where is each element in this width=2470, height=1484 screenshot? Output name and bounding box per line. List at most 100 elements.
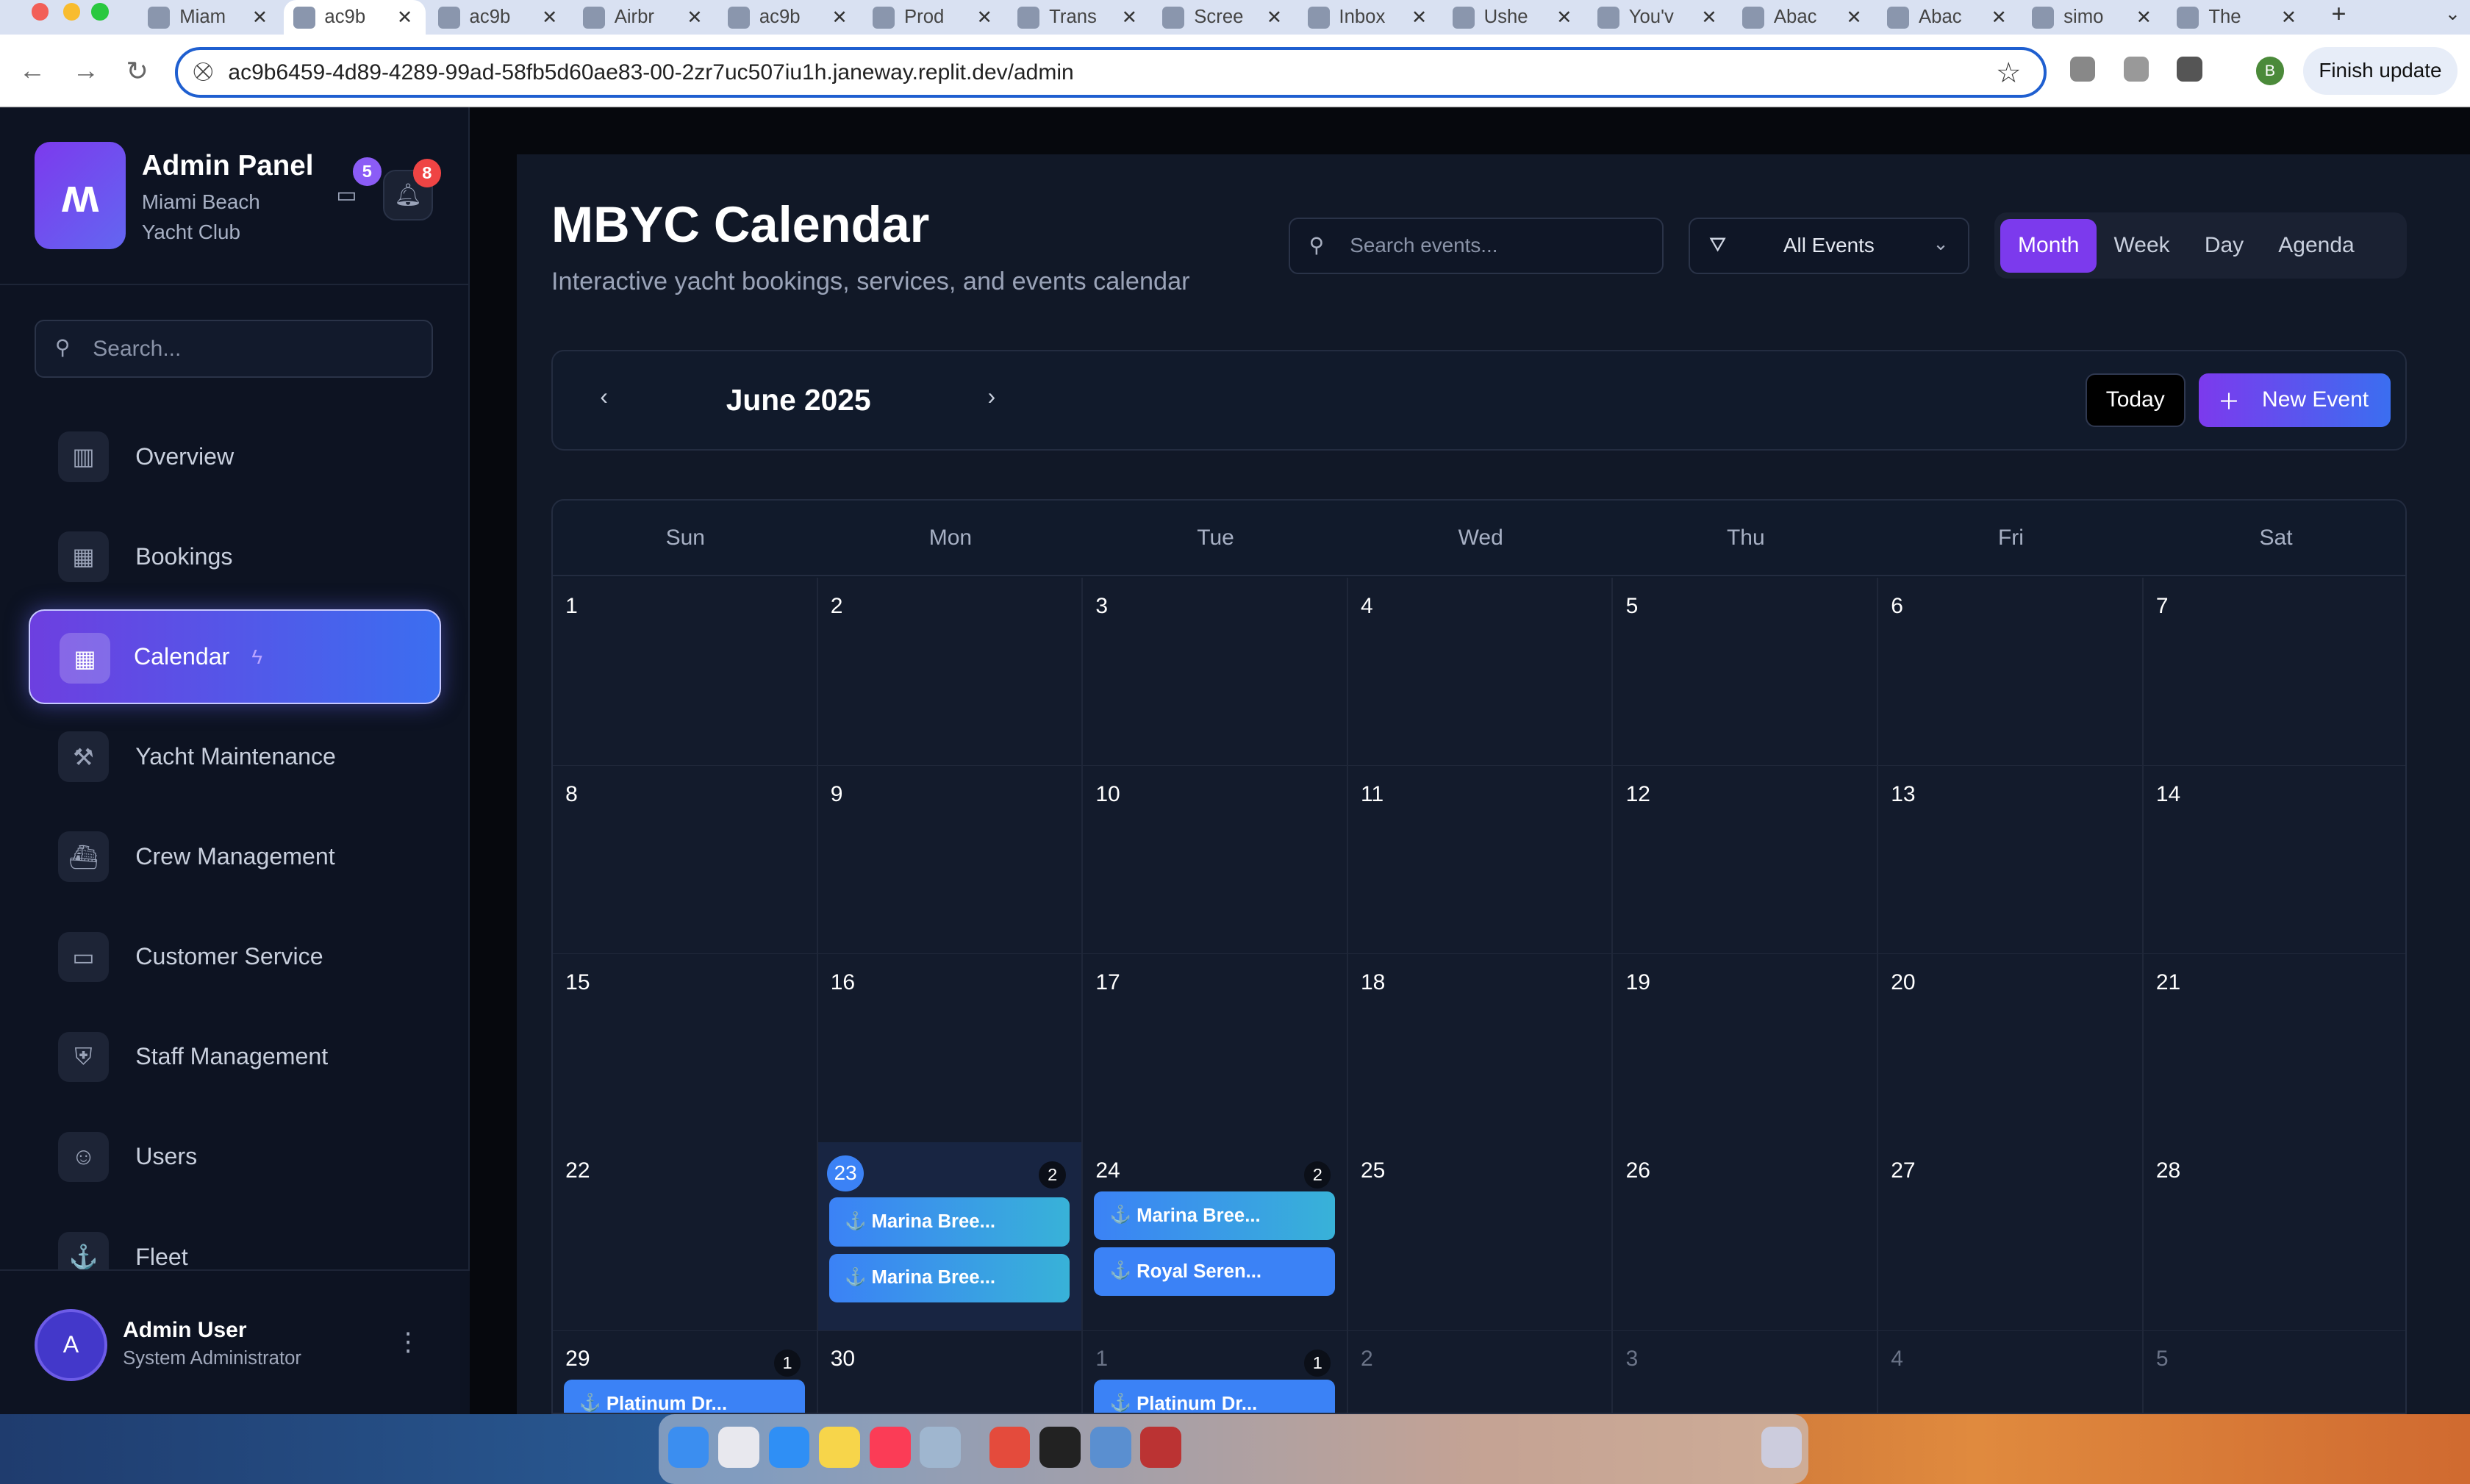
- browser-tab[interactable]: Abac ✕: [1877, 0, 2019, 35]
- trash-icon[interactable]: [1761, 1427, 1803, 1469]
- calendar-day-cell[interactable]: 13: [1878, 766, 2144, 956]
- calendar-event[interactable]: ⚓ Marina Bree...: [828, 1197, 1070, 1247]
- calendar-day-cell[interactable]: 9: [817, 766, 1084, 956]
- close-window-button[interactable]: [31, 3, 49, 21]
- bookmark-star-icon[interactable]: ☆: [1996, 57, 2022, 90]
- browser-tab[interactable]: ac9b ✕: [718, 0, 860, 35]
- calendar-day-cell[interactable]: 22: [553, 1142, 818, 1332]
- calendar-day-cell[interactable]: 12: [1613, 766, 1879, 956]
- app-icon[interactable]: [1039, 1427, 1081, 1469]
- browser-tab[interactable]: simo ✕: [2022, 0, 2164, 35]
- app-icon[interactable]: [1089, 1427, 1131, 1469]
- camera-icon[interactable]: [2123, 57, 2149, 82]
- browser-tab[interactable]: Prod ✕: [863, 0, 1005, 35]
- calendar-day-cell[interactable]: 1: [553, 578, 818, 767]
- browser-tab[interactable]: Abac ✕: [1733, 0, 1875, 35]
- minimize-window-button[interactable]: [62, 3, 81, 21]
- extension-icon[interactable]: [2069, 57, 2096, 82]
- preview-icon[interactable]: [920, 1427, 962, 1469]
- close-tab-icon[interactable]: ✕: [831, 7, 848, 29]
- calendar-day-cell[interactable]: 10: [1083, 766, 1348, 956]
- calendar-day-cell[interactable]: 5: [2143, 1330, 2406, 1413]
- calendar-day-cell[interactable]: 28: [2143, 1142, 2406, 1332]
- calendar-day-cell[interactable]: 14: [2143, 766, 2406, 956]
- calendar-day-cell[interactable]: 11: [1347, 766, 1614, 956]
- tab-search-icon[interactable]: ⌄: [2445, 3, 2461, 25]
- site-info-icon[interactable]: ⛒: [193, 61, 212, 83]
- view-agenda-button[interactable]: Agenda: [2261, 219, 2372, 273]
- event-search-input[interactable]: ⚲ Search events...: [1288, 217, 1664, 274]
- puzzle-icon[interactable]: [2177, 57, 2202, 82]
- sidebar-item-users[interactable]: ☺ Users: [29, 1110, 441, 1205]
- profile-avatar[interactable]: B: [2255, 57, 2285, 85]
- sidebar-item-yacht-maintenance[interactable]: ⚒ Yacht Maintenance: [29, 709, 441, 804]
- calendar-day-cell[interactable]: 8: [553, 766, 818, 956]
- sidebar-item-bookings[interactable]: ▦ Bookings: [29, 509, 441, 604]
- browser-tab[interactable]: Scree ✕: [1153, 0, 1295, 35]
- calendar-day-cell[interactable]: 7: [2143, 578, 2406, 767]
- address-bar[interactable]: ⛒ ac9b6459-4d89-4289-99ad-58fb5d60ae83-0…: [174, 47, 2047, 98]
- calendar-day-cell[interactable]: 3: [1613, 1330, 1879, 1413]
- close-tab-icon[interactable]: ✕: [687, 7, 703, 29]
- browser-tab[interactable]: ac9b ✕: [429, 0, 570, 35]
- avatar[interactable]: A: [35, 1308, 107, 1382]
- finder-icon[interactable]: [667, 1427, 709, 1469]
- close-tab-icon[interactable]: ✕: [1122, 7, 1138, 29]
- close-tab-icon[interactable]: ✕: [397, 7, 413, 29]
- calendar-day-cell[interactable]: 16: [817, 954, 1084, 1144]
- calendar-event[interactable]: ⚓ Royal Seren...: [1094, 1247, 1336, 1297]
- sidebar-item-overview[interactable]: ▥ Overview: [29, 409, 441, 504]
- browser-tab[interactable]: Trans ✕: [1008, 0, 1150, 35]
- reload-icon[interactable]: ↻: [126, 55, 148, 87]
- calendar-day-cell[interactable]: 5: [1613, 578, 1879, 767]
- calendar-day-cell[interactable]: 26: [1613, 1142, 1879, 1332]
- more-options-icon[interactable]: ⋮: [395, 1327, 420, 1357]
- calendar-day-cell[interactable]: 2: [817, 578, 1084, 767]
- maximize-window-button[interactable]: [91, 3, 109, 21]
- close-tab-icon[interactable]: ✕: [1846, 7, 1862, 29]
- event-filter-select[interactable]: ⛛ All Events ⌄: [1689, 217, 1969, 274]
- calendar-day-cell[interactable]: 4: [1878, 1330, 2144, 1413]
- new-event-button[interactable]: ＋ New Event: [2199, 373, 2391, 427]
- music-icon[interactable]: [869, 1427, 911, 1469]
- today-button[interactable]: Today: [2086, 373, 2186, 427]
- calendar-event[interactable]: ⚓ Platinum Dr...: [564, 1379, 805, 1413]
- browser-tab[interactable]: The ✕: [2168, 0, 2310, 35]
- view-week-button[interactable]: Week: [2097, 219, 2187, 273]
- calendar-day-cell[interactable]: 4: [1347, 578, 1614, 767]
- calendar-day-cell[interactable]: 18: [1347, 954, 1614, 1144]
- sidebar-item-calendar[interactable]: ▦ Calendar ϟ: [28, 609, 441, 704]
- close-tab-icon[interactable]: ✕: [2281, 7, 2297, 29]
- close-tab-icon[interactable]: ✕: [1411, 7, 1428, 29]
- calendar-day-cell[interactable]: 1 1 ⚓ Platinum Dr...: [1083, 1330, 1348, 1413]
- calendar-event[interactable]: ⚓ Marina Bree...: [828, 1253, 1070, 1302]
- calendar-day-cell[interactable]: 23 2 ⚓ Marina Bree... ⚓ Marina Bree...: [817, 1142, 1084, 1332]
- close-tab-icon[interactable]: ✕: [1991, 7, 2008, 29]
- notifications-button[interactable]: 🔔︎ 8: [382, 159, 442, 221]
- next-month-button[interactable]: ›: [987, 383, 995, 410]
- calendar-day-cell[interactable]: 25: [1347, 1142, 1614, 1332]
- calendar-day-cell[interactable]: 24 2 ⚓ Marina Bree... ⚓ Royal Seren...: [1083, 1142, 1348, 1332]
- calendar-day-cell[interactable]: 2: [1347, 1330, 1614, 1413]
- close-tab-icon[interactable]: ✕: [1556, 7, 1572, 29]
- safari-icon[interactable]: [768, 1427, 810, 1469]
- dictionary-icon[interactable]: [1140, 1427, 1182, 1469]
- browser-tab[interactable]: Airbr ✕: [573, 0, 715, 35]
- view-day-button[interactable]: Day: [2187, 219, 2260, 273]
- close-tab-icon[interactable]: ✕: [542, 7, 558, 29]
- close-tab-icon[interactable]: ✕: [1267, 7, 1283, 29]
- finish-update-button[interactable]: Finish update: [2302, 47, 2458, 95]
- back-arrow-icon[interactable]: ←: [19, 55, 46, 86]
- browser-tab[interactable]: Inbox ✕: [1298, 0, 1440, 35]
- calendar-event[interactable]: ⚓ Platinum Dr...: [1094, 1379, 1336, 1413]
- notes-icon[interactable]: [819, 1427, 860, 1469]
- sidebar-item-customer-service[interactable]: ▭ Customer Service: [29, 910, 441, 1005]
- new-tab-button[interactable]: +: [2331, 0, 2346, 29]
- calendar-day-cell[interactable]: 30: [817, 1330, 1084, 1413]
- close-tab-icon[interactable]: ✕: [2136, 7, 2152, 29]
- sidebar-search-input[interactable]: ⚲ Search...: [35, 319, 434, 379]
- close-tab-icon[interactable]: ✕: [252, 7, 268, 29]
- close-tab-icon[interactable]: ✕: [1701, 7, 1717, 29]
- calendar-day-cell[interactable]: 3: [1083, 578, 1348, 767]
- chrome-icon[interactable]: [989, 1427, 1031, 1469]
